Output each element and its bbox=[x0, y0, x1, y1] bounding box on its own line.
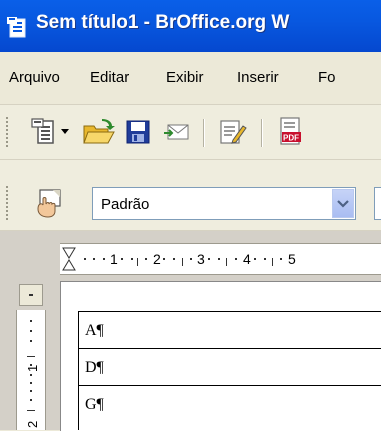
dropdown-arrow-icon[interactable] bbox=[60, 128, 70, 136]
table-row[interactable]: A¶ bbox=[78, 311, 381, 349]
formatting-toolbar: Padrão bbox=[0, 160, 381, 231]
table-cell-text: A¶ bbox=[85, 322, 104, 339]
menu-arquivo[interactable]: Arquivo bbox=[9, 69, 60, 86]
title-bar[interactable]: Sem título1 - BrOffice.org W bbox=[0, 0, 381, 52]
save-icon[interactable] bbox=[126, 120, 150, 144]
table-row[interactable]: D¶ bbox=[78, 348, 381, 386]
menu-formatar[interactable]: Fo bbox=[318, 69, 336, 86]
table-row[interactable]: G¶ bbox=[78, 385, 381, 430]
vertical-ruler-number: 1 bbox=[25, 365, 40, 372]
standard-toolbar: PDF bbox=[0, 105, 381, 160]
ruler-number: 2 bbox=[153, 251, 161, 267]
toolbar-separator bbox=[203, 119, 205, 147]
open-folder-icon[interactable] bbox=[82, 117, 116, 147]
vertical-ruler-ticks: 1 2 bbox=[25, 320, 40, 428]
menu-bar: Arquivo Editar Exibir Inserir Fo bbox=[0, 52, 381, 105]
menu-inserir[interactable]: Inserir bbox=[237, 69, 279, 86]
ruler-corner-button[interactable] bbox=[19, 284, 43, 306]
font-name-combo[interactable] bbox=[374, 187, 381, 220]
ruler-number: 4 bbox=[243, 251, 251, 267]
email-icon[interactable] bbox=[164, 121, 190, 143]
horizontal-ruler[interactable]: 1 2 3 4 5 bbox=[60, 243, 381, 275]
ruler-ticks bbox=[62, 247, 282, 271]
menu-exibir[interactable]: Exibir bbox=[166, 69, 204, 86]
menu-editar[interactable]: Editar bbox=[90, 69, 129, 86]
paragraph-style-value: Padrão bbox=[101, 196, 150, 213]
styles-formatting-icon[interactable] bbox=[34, 187, 66, 219]
toolbar-grip[interactable] bbox=[6, 117, 10, 147]
toolbar-separator bbox=[261, 119, 263, 147]
ruler-number: 1 bbox=[110, 251, 118, 267]
ruler-number: 3 bbox=[197, 251, 205, 267]
ruler-number: 5 bbox=[288, 251, 296, 267]
window-title: Sem título1 - BrOffice.org W bbox=[36, 12, 290, 33]
combo-dropdown-button[interactable] bbox=[332, 189, 354, 218]
pdf-label: PDF bbox=[283, 134, 299, 143]
paragraph-style-combo[interactable]: Padrão bbox=[92, 187, 356, 220]
export-pdf-icon[interactable]: PDF bbox=[279, 116, 305, 148]
edit-file-icon[interactable] bbox=[219, 118, 247, 146]
table-cell-text: G¶ bbox=[85, 396, 104, 413]
vertical-ruler-number: 2 bbox=[25, 421, 40, 428]
chevron-down-icon bbox=[337, 200, 349, 208]
vertical-ruler[interactable]: 1 2 bbox=[16, 310, 46, 430]
toolbar-grip[interactable] bbox=[6, 186, 10, 220]
new-document-icon[interactable] bbox=[30, 118, 56, 146]
app-icon bbox=[7, 17, 26, 38]
table-cell-text: D¶ bbox=[85, 359, 104, 376]
